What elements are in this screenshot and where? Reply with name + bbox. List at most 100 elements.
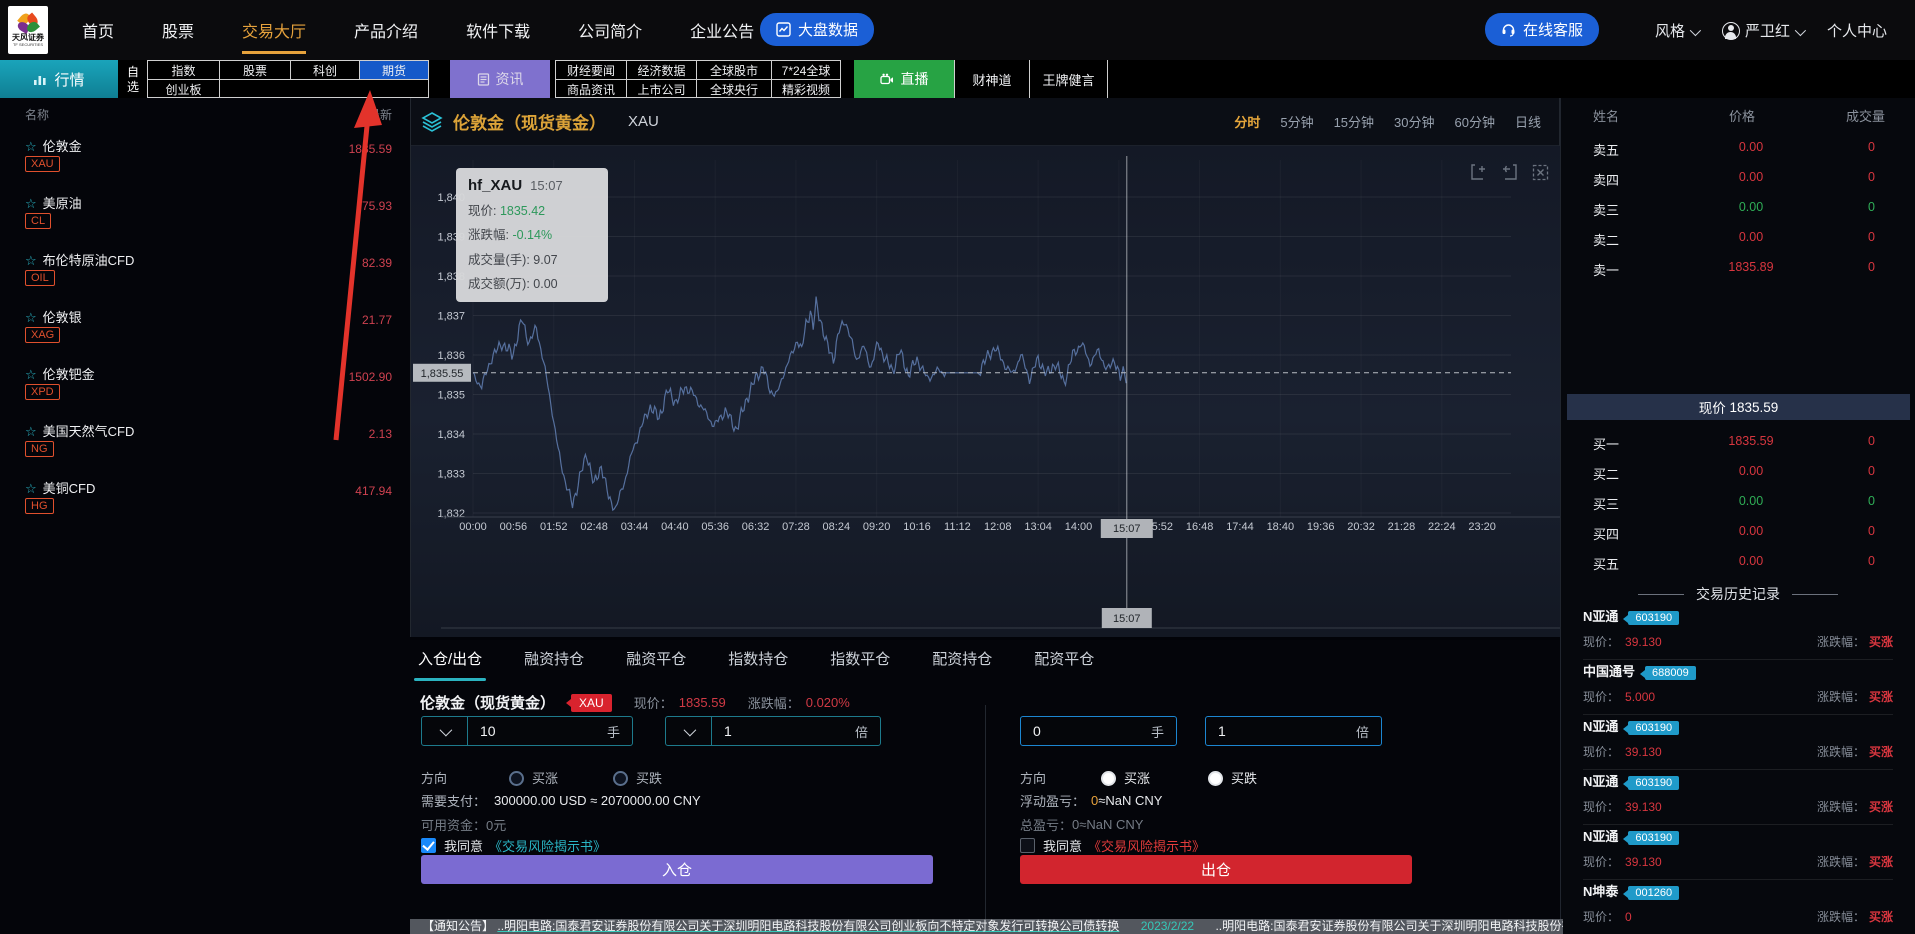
- notice-marquee[interactable]: 【通知公告】 ..明阳电路:国泰君安证券股份有限公司关于深圳明阳电路科技股份有限…: [410, 919, 1563, 934]
- live-tab[interactable]: 直播: [854, 60, 954, 98]
- close-leverage-input[interactable]: 1 倍: [1205, 716, 1382, 746]
- subnav-cell[interactable]: 精彩视频: [772, 80, 841, 99]
- open-buy-up-radio[interactable]: 买涨: [509, 768, 558, 787]
- trade-tab[interactable]: 配资平仓: [1034, 648, 1094, 681]
- subnav-cell[interactable]: 全球央行: [697, 80, 772, 99]
- subnav-cell[interactable]: 商品资讯: [556, 80, 627, 99]
- svg-text:07:28: 07:28: [782, 521, 810, 533]
- subnav-cell[interactable]: 财经要闻: [556, 61, 627, 80]
- history-entry[interactable]: N亚通603190现价：39.130涨跌幅：买涨: [1583, 826, 1893, 880]
- trade-tab[interactable]: 指数平仓: [830, 648, 890, 681]
- interval-tab[interactable]: 5分钟: [1280, 112, 1313, 131]
- interval-tab[interactable]: 60分钟: [1455, 112, 1495, 131]
- orderbook-row[interactable]: 买五0.000: [1561, 554, 1915, 578]
- close-buy-up-radio[interactable]: 买涨: [1101, 768, 1150, 787]
- nav-item[interactable]: 产品介绍: [350, 0, 422, 60]
- personal-center-link[interactable]: 个人中心: [1827, 20, 1887, 41]
- interval-tab[interactable]: 15分钟: [1334, 112, 1374, 131]
- orderbook-row[interactable]: 买一1835.590: [1561, 434, 1915, 458]
- watchlist-item[interactable]: ☆布伦特原油CFDOIL82.39: [0, 248, 410, 305]
- star-icon[interactable]: ☆: [25, 424, 37, 439]
- zoom-in-tool-icon[interactable]: [1470, 164, 1487, 181]
- watchlist-item[interactable]: ☆美国天然气CFDNG2.13: [0, 419, 410, 476]
- subnav-cell[interactable]: 期货: [360, 61, 429, 80]
- interval-tab[interactable]: 30分钟: [1394, 112, 1434, 131]
- trade-tab[interactable]: 融资平仓: [626, 648, 686, 681]
- watchlist-tab[interactable]: 自选: [122, 61, 144, 98]
- interval-tab[interactable]: 日线: [1515, 112, 1541, 131]
- orderbook-row[interactable]: 买三0.000: [1561, 494, 1915, 518]
- nav-item[interactable]: 公司简介: [574, 0, 646, 60]
- news-tab[interactable]: 资讯: [450, 60, 550, 98]
- subnav-cell[interactable]: 指数: [148, 61, 220, 80]
- orderbook-row[interactable]: 卖一1835.890: [1561, 260, 1915, 284]
- watchlist-item[interactable]: ☆伦敦钯金XPD1502.90: [0, 362, 410, 419]
- orderbook-row[interactable]: 卖三0.000: [1561, 200, 1915, 224]
- chart-plot-area[interactable]: 1,8321,8331,8341,8351,8361,8371,8381,839…: [411, 146, 1561, 637]
- subnav-cell[interactable]: 股票: [220, 61, 291, 80]
- history-entry[interactable]: N亚通603190现价：39.130涨跌幅：买涨: [1583, 771, 1893, 825]
- watchlist-item[interactable]: ☆伦敦银XAG21.77: [0, 305, 410, 362]
- nav-item[interactable]: 交易大厅: [238, 0, 310, 60]
- close-overlay-icon[interactable]: [1532, 164, 1549, 181]
- risk-agreement-link[interactable]: 《交易风险揭示书》: [489, 836, 606, 855]
- close-buy-down-radio[interactable]: 买跌: [1208, 768, 1257, 787]
- open-position-button[interactable]: 入仓: [421, 855, 933, 884]
- zoom-out-tool-icon[interactable]: [1501, 164, 1518, 181]
- star-icon[interactable]: ☆: [25, 310, 37, 325]
- orderbook-row[interactable]: 买四0.000: [1561, 524, 1915, 548]
- open-agree-checkbox[interactable]: [421, 838, 436, 853]
- orderbook-row[interactable]: 卖四0.000: [1561, 170, 1915, 194]
- subnav-cell[interactable]: 上市公司: [627, 80, 697, 99]
- subnav-cell[interactable]: 7*24全球: [772, 61, 841, 80]
- online-service-button[interactable]: 在线客服: [1485, 13, 1599, 46]
- star-icon[interactable]: ☆: [25, 253, 37, 268]
- nav-item[interactable]: 软件下载: [462, 0, 534, 60]
- brand-logo[interactable]: 天风证券 TF SECURITIES: [8, 6, 48, 54]
- trade-tab[interactable]: 指数持仓: [728, 648, 788, 681]
- close-lots-input[interactable]: 0 手: [1020, 716, 1177, 746]
- quotes-tab[interactable]: 行情: [0, 60, 118, 98]
- orderbook-row[interactable]: 卖二0.000: [1561, 230, 1915, 254]
- user-dropdown[interactable]: 严卫红: [1722, 20, 1803, 41]
- history-entry[interactable]: N亚通603190现价：39.130涨跌幅：买涨: [1583, 716, 1893, 770]
- watchlist-item[interactable]: ☆美铜CFDHG417.94: [0, 476, 410, 533]
- history-entry[interactable]: N坤泰001260现价：0涨跌幅：买涨: [1583, 881, 1893, 934]
- star-icon[interactable]: ☆: [25, 196, 37, 211]
- market-data-button[interactable]: 大盘数据: [760, 13, 874, 46]
- trade-tab[interactable]: 融资持仓: [524, 648, 584, 681]
- style-dropdown[interactable]: 风格: [1655, 20, 1698, 41]
- nav-item[interactable]: 首页: [78, 0, 118, 60]
- subnav-cell[interactable]: 科创: [291, 61, 360, 80]
- lots-dropdown-icon[interactable]: [422, 717, 468, 745]
- star-icon[interactable]: ☆: [25, 481, 37, 496]
- subnav-cell[interactable]: 全球股市: [697, 61, 772, 80]
- history-entry[interactable]: 中国通号688009现价：5.000涨跌幅：买涨: [1583, 661, 1893, 715]
- nav-item[interactable]: 股票: [158, 0, 198, 60]
- history-entry[interactable]: N亚通603190现价：39.130涨跌幅：买涨: [1583, 606, 1893, 660]
- interval-tab[interactable]: 分时: [1234, 112, 1260, 131]
- nav-item[interactable]: 企业公告: [686, 0, 758, 60]
- close-position-button[interactable]: 出仓: [1020, 855, 1412, 884]
- star-icon[interactable]: ☆: [25, 367, 37, 382]
- star-icon[interactable]: ☆: [25, 139, 37, 154]
- open-buy-down-radio[interactable]: 买跌: [613, 768, 662, 787]
- trade-tab[interactable]: 入仓/出仓: [418, 648, 482, 681]
- orderbook-row[interactable]: 买二0.000: [1561, 464, 1915, 488]
- svg-text:19:36: 19:36: [1307, 521, 1335, 533]
- orderbook-row[interactable]: 卖五0.000: [1561, 140, 1915, 164]
- history-stock-name: N亚通: [1583, 609, 1618, 624]
- subnav-cell[interactable]: 经济数据: [627, 61, 697, 80]
- open-leverage-input[interactable]: 1 倍: [665, 716, 881, 746]
- open-lots-input[interactable]: 10 手: [421, 716, 633, 746]
- caishendao-tab[interactable]: 财神道: [954, 60, 1030, 98]
- close-agree-checkbox[interactable]: [1020, 838, 1035, 853]
- leverage-dropdown-icon[interactable]: [666, 717, 712, 745]
- watchlist-item[interactable]: ☆伦敦金XAU1835.59: [0, 134, 410, 191]
- risk-agreement-link-red[interactable]: 《交易风险揭示书》: [1088, 836, 1205, 855]
- wangpai-tab[interactable]: 王牌健言: [1030, 60, 1108, 98]
- trade-tab[interactable]: 配资持仓: [932, 648, 992, 681]
- history-stock-code: 688009: [1645, 666, 1696, 680]
- subnav-cell[interactable]: 创业板: [148, 80, 220, 99]
- watchlist-item[interactable]: ☆美原油CL75.93: [0, 191, 410, 248]
